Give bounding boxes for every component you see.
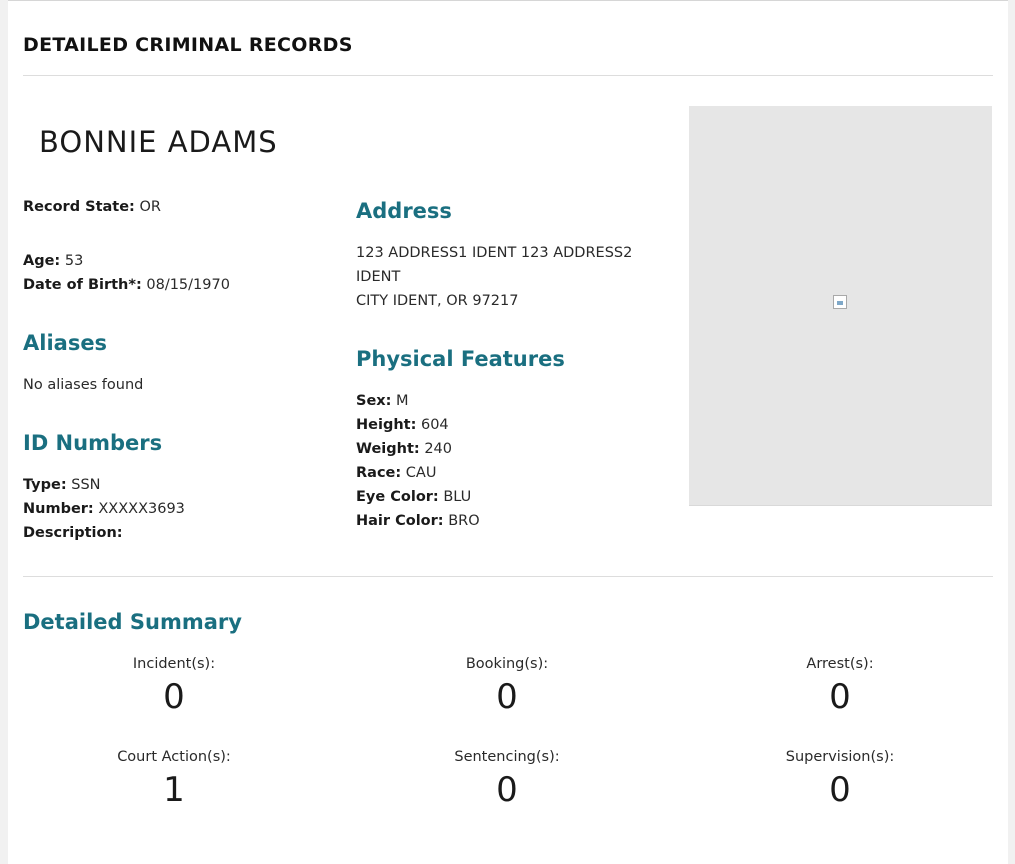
- record-card: DETAILED CRIMINAL RECORDS BONNIE ADAMS R…: [8, 0, 1008, 864]
- race-row: Race: CAU: [356, 461, 436, 485]
- eye-color-row: Eye Color: BLU: [356, 485, 471, 509]
- mugshot-photo: [689, 106, 992, 506]
- id-number-value: XXXXX3693: [98, 501, 185, 517]
- age-value: 53: [64, 253, 84, 269]
- weight-row: Weight: 240: [356, 437, 452, 461]
- id-number-row: Number: XXXXX3693: [23, 497, 185, 521]
- record-state-label: Record State:: [23, 199, 135, 215]
- bookings-count: 0: [496, 677, 518, 717]
- incidents-stat: Incident(s): 0: [24, 653, 324, 719]
- eye-color-label: Eye Color:: [356, 489, 439, 505]
- person-name: BONNIE ADAMS: [39, 125, 278, 159]
- dob-label: Date of Birth*:: [23, 277, 142, 293]
- arrests-count: 0: [829, 677, 851, 717]
- supervision-label: Supervision(s):: [785, 749, 895, 765]
- eye-color-value: BLU: [443, 489, 472, 505]
- court-actions-count: 1: [163, 770, 185, 810]
- hair-color-label: Hair Color:: [356, 513, 444, 529]
- bookings-stat: Booking(s): 0: [357, 653, 657, 719]
- physical-features-heading: Physical Features: [356, 347, 565, 371]
- supervision-count: 0: [829, 770, 851, 810]
- id-type-value: SSN: [71, 477, 101, 493]
- race-value: CAU: [405, 465, 437, 481]
- age-row: Age: 53: [23, 249, 83, 273]
- sex-value: M: [396, 393, 409, 409]
- title-divider: [23, 75, 993, 76]
- address-heading: Address: [356, 199, 452, 223]
- dob-row: Date of Birth*: 08/15/1970: [23, 273, 230, 297]
- arrests-label: Arrest(s):: [806, 656, 874, 672]
- incidents-label: Incident(s):: [132, 656, 216, 672]
- page-title: DETAILED CRIMINAL RECORDS: [23, 34, 353, 56]
- dob-value: 08/15/1970: [146, 277, 230, 293]
- sentencing-stat: Sentencing(s): 0: [357, 746, 657, 812]
- arrests-stat: Arrest(s): 0: [690, 653, 990, 719]
- address-line-3: CITY IDENT, OR 97217: [356, 293, 519, 309]
- hair-color-row: Hair Color: BRO: [356, 509, 480, 533]
- hair-color-value: BRO: [448, 513, 480, 529]
- sentencing-label: Sentencing(s):: [454, 749, 560, 765]
- sex-row: Sex: M: [356, 389, 409, 413]
- incidents-count: 0: [163, 677, 185, 717]
- aliases-heading: Aliases: [23, 331, 108, 355]
- address-line-2: IDENT: [356, 269, 401, 285]
- broken-image-icon: [833, 295, 847, 309]
- id-numbers-heading: ID Numbers: [23, 431, 163, 455]
- sex-label: Sex:: [356, 393, 392, 409]
- id-type-label: Type:: [23, 477, 67, 493]
- court-actions-stat: Court Action(s): 1: [24, 746, 324, 812]
- id-type-row: Type: SSN: [23, 473, 101, 497]
- id-number-label: Number:: [23, 501, 94, 517]
- record-state-row: Record State: OR: [23, 195, 161, 219]
- aliases-text: No aliases found: [23, 377, 144, 393]
- height-row: Height: 604: [356, 413, 449, 437]
- bookings-label: Booking(s):: [465, 656, 549, 672]
- weight-value: 240: [424, 441, 453, 457]
- age-label: Age:: [23, 253, 61, 269]
- race-label: Race:: [356, 465, 402, 481]
- address-line-1: 123 ADDRESS1 IDENT 123 ADDRESS2: [356, 245, 633, 261]
- supervision-stat: Supervision(s): 0: [690, 746, 990, 812]
- summary-divider: [23, 576, 993, 577]
- id-description-row: Description:: [23, 521, 123, 545]
- record-state-value: OR: [139, 199, 161, 215]
- height-label: Height:: [356, 417, 417, 433]
- id-description-label: Description:: [23, 525, 123, 541]
- weight-label: Weight:: [356, 441, 420, 457]
- sentencing-count: 0: [496, 770, 518, 810]
- detailed-summary-heading: Detailed Summary: [23, 610, 242, 634]
- court-actions-label: Court Action(s):: [117, 749, 231, 765]
- height-value: 604: [420, 417, 449, 433]
